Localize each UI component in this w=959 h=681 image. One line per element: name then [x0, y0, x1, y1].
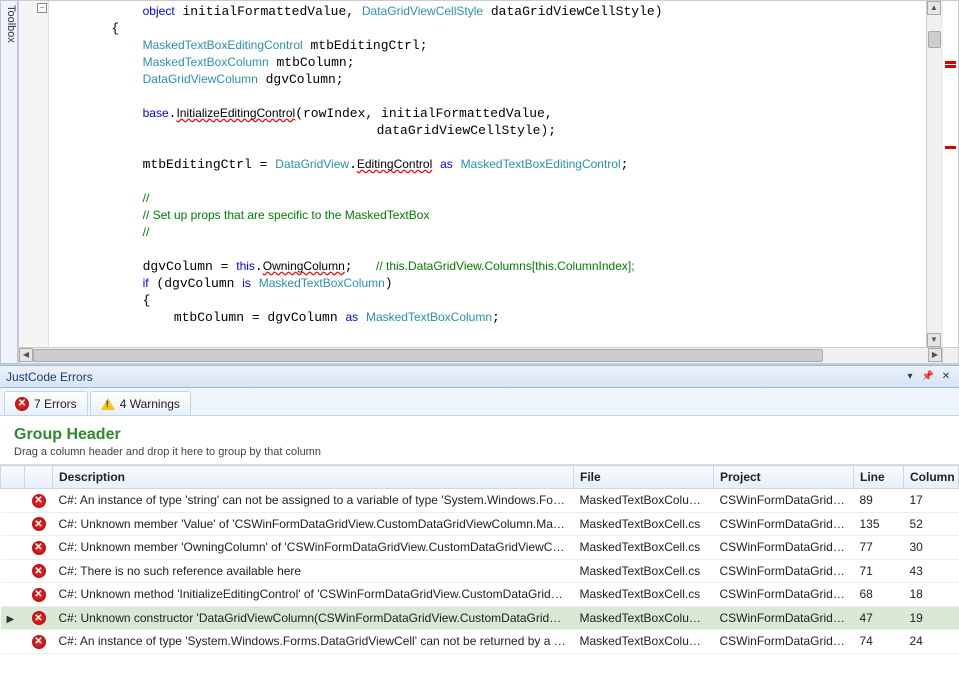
- fold-toggle[interactable]: −: [37, 3, 47, 13]
- table-row[interactable]: ✕ C#: An instance of type 'string' can no…: [1, 489, 959, 513]
- table-row[interactable]: ✕ C#: Unknown member 'OwningColumn' of 'C…: [1, 536, 959, 560]
- code-content[interactable]: object initialFormattedValue, DataGridVi…: [49, 3, 926, 326]
- scroll-up-button[interactable]: ▲: [927, 1, 941, 15]
- vertical-scrollbar[interactable]: ▲ ▼: [926, 1, 942, 347]
- cell-line: 71: [854, 559, 904, 583]
- errors-panel: JustCode Errors ▾ 📌 ✕ ✕ 7 Errors 4 Warni…: [0, 365, 959, 681]
- table-row[interactable]: ✕ C#: Unknown method 'InitializeEditingCo…: [1, 583, 959, 607]
- cell-project: CSWinFormDataGridView: [714, 559, 854, 583]
- error-marker[interactable]: [945, 61, 956, 64]
- group-drop-area[interactable]: Group Header Drag a column header and dr…: [0, 416, 959, 465]
- error-marker[interactable]: [945, 146, 956, 149]
- horizontal-scroll-thumb[interactable]: [33, 349, 823, 362]
- group-header-title: Group Header: [14, 426, 945, 444]
- column-icon[interactable]: [25, 466, 53, 489]
- column-indicator[interactable]: [1, 466, 25, 489]
- cell-project: CSWinFormDataGridView: [714, 583, 854, 607]
- column-file[interactable]: File: [574, 466, 714, 489]
- error-icon: ✕: [31, 587, 47, 603]
- code-editor[interactable]: − object initialFormattedValue, DataGrid…: [18, 0, 959, 364]
- error-icon: ✕: [31, 563, 47, 579]
- pin-icon[interactable]: 📌: [921, 370, 935, 384]
- column-line[interactable]: Line: [854, 466, 904, 489]
- errors-tab-label: 7 Errors: [34, 397, 77, 411]
- cell-line: 74: [854, 630, 904, 654]
- close-icon[interactable]: ✕: [939, 370, 953, 384]
- cell-column: 19: [904, 606, 959, 630]
- scroll-corner: [942, 347, 958, 363]
- cell-line: 135: [854, 512, 904, 536]
- cell-description: C#: Unknown member 'OwningColumn' of 'CS…: [53, 536, 574, 560]
- column-column[interactable]: Column: [904, 466, 959, 489]
- errors-grid[interactable]: Description File Project Line Column ✕ C#…: [0, 465, 959, 681]
- column-description[interactable]: Description: [53, 466, 574, 489]
- cell-line: 89: [854, 489, 904, 513]
- cell-file: MaskedTextBoxColumn.cs: [574, 606, 714, 630]
- errors-tab[interactable]: ✕ 7 Errors: [4, 391, 88, 415]
- current-row-indicator: ▶: [7, 614, 15, 625]
- cell-project: CSWinFormDataGridView: [714, 512, 854, 536]
- warning-icon: [101, 397, 115, 411]
- cell-description: C#: An instance of type 'System.Windows.…: [53, 630, 574, 654]
- table-row[interactable]: ✕ C#: There is no such reference availabl…: [1, 559, 959, 583]
- cell-description: C#: Unknown constructor 'DataGridViewCol…: [53, 606, 574, 630]
- panel-titlebar[interactable]: JustCode Errors ▾ 📌 ✕: [0, 366, 959, 388]
- panel-title: JustCode Errors: [6, 370, 93, 384]
- error-icon: ✕: [31, 516, 47, 532]
- cell-line: 77: [854, 536, 904, 560]
- table-row[interactable]: ✕ C#: Unknown member 'Value' of 'CSWinFor…: [1, 512, 959, 536]
- cell-line: 68: [854, 583, 904, 607]
- error-icon: ✕: [15, 397, 29, 411]
- cell-file: MaskedTextBoxColumn.cs: [574, 489, 714, 513]
- cell-column: 24: [904, 630, 959, 654]
- cell-file: MaskedTextBoxColumn.cs: [574, 630, 714, 654]
- warnings-tab[interactable]: 4 Warnings: [90, 391, 191, 415]
- cell-file: MaskedTextBoxCell.cs: [574, 536, 714, 560]
- cell-line: 47: [854, 606, 904, 630]
- table-row[interactable]: ▶ ✕ C#: Unknown constructor 'DataGridViewC…: [1, 606, 959, 630]
- overview-ruler[interactable]: [942, 1, 958, 347]
- cell-project: CSWinFormDataGridView: [714, 630, 854, 654]
- warnings-tab-label: 4 Warnings: [120, 397, 180, 411]
- error-tabs: ✕ 7 Errors 4 Warnings: [0, 388, 959, 416]
- cell-description: C#: Unknown method 'InitializeEditingCon…: [53, 583, 574, 607]
- cell-file: MaskedTextBoxCell.cs: [574, 583, 714, 607]
- cell-column: 18: [904, 583, 959, 607]
- cell-description: C#: There is no such reference available…: [53, 559, 574, 583]
- vertical-scroll-thumb[interactable]: [928, 31, 941, 48]
- cell-column: 52: [904, 512, 959, 536]
- scroll-down-button[interactable]: ▼: [927, 333, 941, 347]
- cell-description: C#: Unknown member 'Value' of 'CSWinForm…: [53, 512, 574, 536]
- error-icon: ✕: [31, 540, 47, 556]
- horizontal-scrollbar[interactable]: ◀ ▶: [19, 347, 942, 363]
- error-marker[interactable]: [945, 65, 956, 68]
- dropdown-icon[interactable]: ▾: [903, 370, 917, 384]
- cell-project: CSWinFormDataGridView: [714, 606, 854, 630]
- cell-column: 43: [904, 559, 959, 583]
- group-header-hint: Drag a column header and drop it here to…: [14, 446, 945, 458]
- error-icon: ✕: [31, 493, 47, 509]
- error-icon: ✕: [31, 610, 47, 626]
- cell-file: MaskedTextBoxCell.cs: [574, 512, 714, 536]
- cell-project: CSWinFormDataGridView: [714, 489, 854, 513]
- cell-description: C#: An instance of type 'string' can not…: [53, 489, 574, 513]
- cell-file: MaskedTextBoxCell.cs: [574, 559, 714, 583]
- table-row[interactable]: ✕ C#: An instance of type 'System.Windows…: [1, 630, 959, 654]
- cell-project: CSWinFormDataGridView: [714, 536, 854, 560]
- scroll-left-button[interactable]: ◀: [19, 348, 33, 362]
- column-project[interactable]: Project: [714, 466, 854, 489]
- scroll-right-button[interactable]: ▶: [928, 348, 942, 362]
- cell-column: 30: [904, 536, 959, 560]
- code-gutter: −: [19, 1, 49, 347]
- error-icon: ✕: [31, 634, 47, 650]
- toolbox-tab[interactable]: Toolbox: [0, 0, 18, 364]
- cell-column: 17: [904, 489, 959, 513]
